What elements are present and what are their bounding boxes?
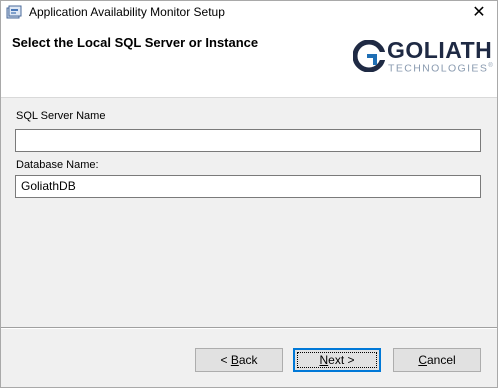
header-banner: Select the Local SQL Server or Instance …: [1, 25, 497, 98]
logo-subtitle: TECHNOLOGIES®: [388, 62, 495, 75]
page-title: Select the Local SQL Server or Instance: [12, 35, 259, 50]
back-button[interactable]: < Back: [195, 348, 283, 372]
sql-server-name-input[interactable]: [15, 129, 481, 152]
close-icon[interactable]: ✕: [469, 3, 489, 23]
window-title: Application Availability Monitor Setup: [29, 5, 225, 19]
goliath-logo: GOLIATH TECHNOLOGIES®: [353, 37, 493, 75]
goliath-logo-mark-icon: [353, 40, 385, 72]
cancel-button[interactable]: Cancel: [393, 348, 481, 372]
button-separator: [1, 327, 497, 329]
setup-app-icon: [6, 5, 22, 19]
sql-server-name-label: SQL Server Name: [16, 110, 106, 122]
database-name-input[interactable]: GoliathDB: [15, 175, 481, 198]
next-button[interactable]: Next >: [293, 348, 381, 372]
logo-wordmark: GOLIATH: [387, 37, 493, 63]
database-name-label: Database Name:: [16, 159, 99, 171]
setup-dialog: Application Availability Monitor Setup ✕…: [0, 0, 498, 388]
focus-rectangle: [297, 352, 377, 368]
title-bar: Application Availability Monitor Setup ✕: [1, 1, 497, 25]
